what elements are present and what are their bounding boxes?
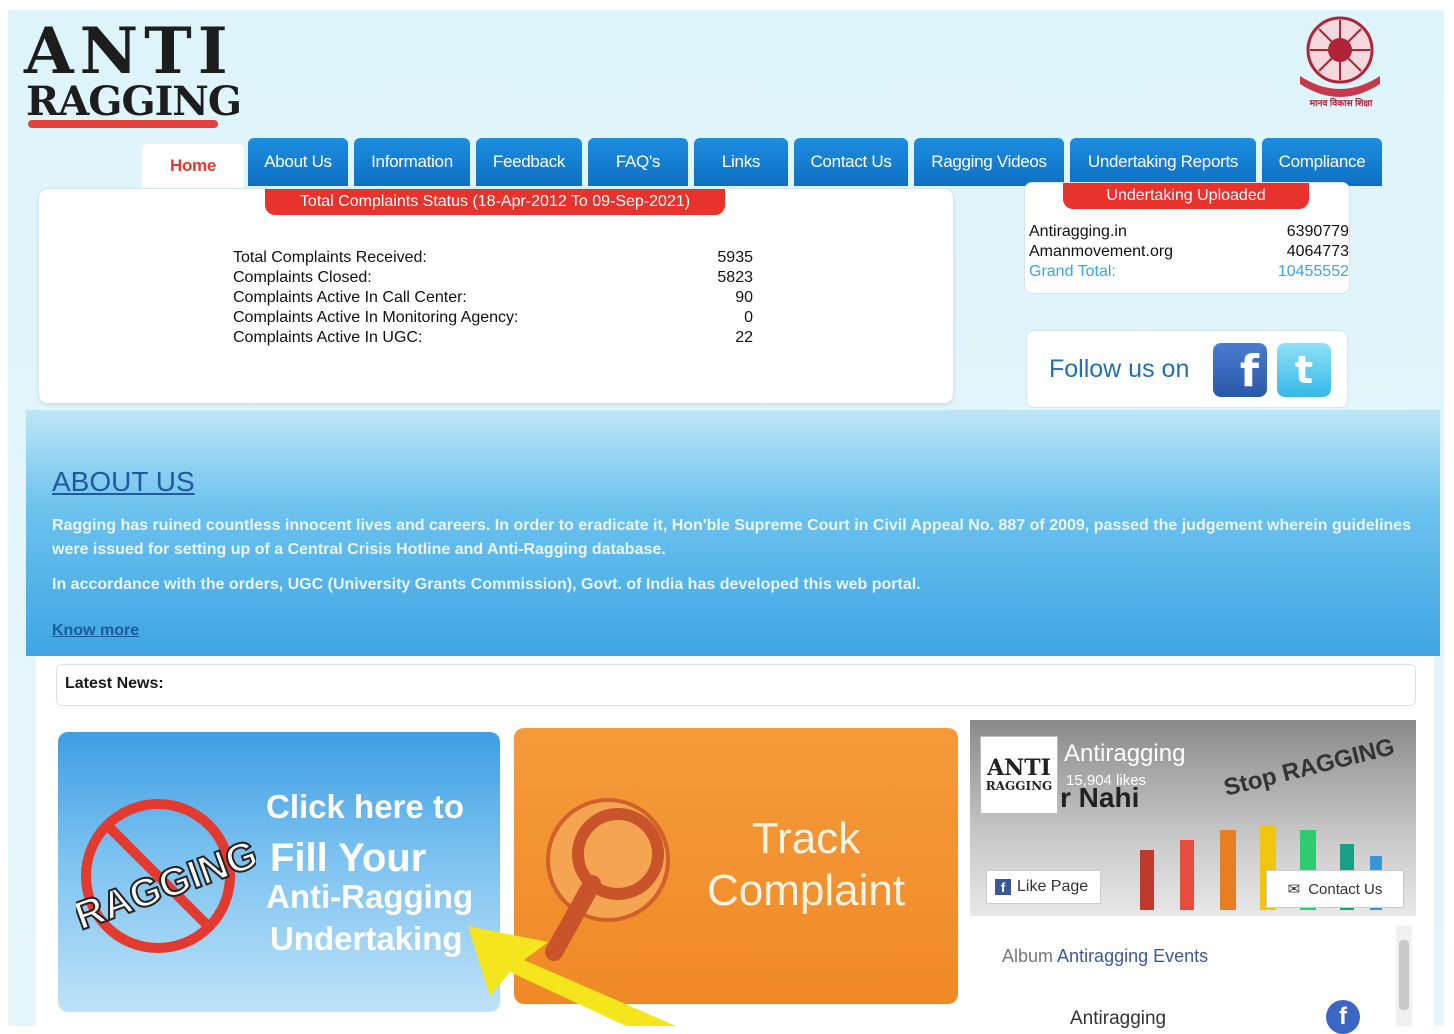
tab-feedback[interactable]: Feedback bbox=[476, 138, 582, 186]
facebook-icon[interactable]: f bbox=[1213, 343, 1267, 397]
main-nav: Home About Us Information Feedback FAQ's… bbox=[140, 132, 1390, 188]
undertaking-uploaded-panel: Undertaking Uploaded Antiragging.in 6390… bbox=[1024, 182, 1350, 294]
complaints-list: Total Complaints Received: 5935 Complain… bbox=[233, 249, 753, 349]
fb-page-avatar[interactable]: ANTI RAGGING bbox=[980, 736, 1058, 814]
fb-cover-image: ANTI RAGGING r Nahi Antiragging 15,904 l… bbox=[970, 720, 1416, 916]
status-value: 5935 bbox=[717, 249, 753, 266]
grand-total-value: 10455552 bbox=[1277, 263, 1349, 280]
tab-undertaking-reports[interactable]: Undertaking Reports bbox=[1070, 138, 1256, 186]
follow-us-panel: Follow us on f t bbox=[1026, 330, 1348, 408]
undertaking-line-2: Fill Your bbox=[270, 836, 427, 880]
status-value: 90 bbox=[735, 289, 753, 306]
album-link[interactable]: Antiragging Events bbox=[1057, 946, 1208, 966]
fb-likes-count: 15,904 likes bbox=[1066, 772, 1147, 789]
undertaking-count: 4064773 bbox=[1286, 243, 1349, 260]
complaints-status-panel: Total Complaints Status (18-Apr-2012 To … bbox=[38, 188, 954, 404]
status-value: 5823 bbox=[717, 269, 753, 286]
grand-total-label: Grand Total: bbox=[1029, 263, 1116, 280]
status-label: Complaints Active In UGC: bbox=[233, 329, 423, 346]
status-label: Complaints Closed: bbox=[233, 269, 372, 286]
status-value: 22 bbox=[735, 329, 753, 346]
facebook-page-widget: ANTI RAGGING r Nahi Antiragging 15,904 l… bbox=[970, 720, 1416, 1034]
tab-ragging-videos[interactable]: Ragging Videos bbox=[914, 138, 1064, 186]
tab-faqs[interactable]: FAQ's bbox=[588, 138, 688, 186]
tab-contact-us[interactable]: Contact Us bbox=[794, 138, 908, 186]
undertaking-row: Amanmovement.org 4064773 bbox=[1029, 243, 1349, 263]
tab-information[interactable]: Information bbox=[354, 138, 470, 186]
status-value: 0 bbox=[744, 309, 753, 326]
like-page-label: Like Page bbox=[1017, 878, 1089, 895]
about-paragraph-2: In accordance with the orders, UGC (Univ… bbox=[52, 576, 921, 593]
undertaking-site: Antiragging.in bbox=[1029, 223, 1127, 240]
logo-underline bbox=[28, 120, 218, 128]
tab-about-us[interactable]: About Us bbox=[248, 138, 348, 186]
undertaking-count: 6390779 bbox=[1286, 223, 1349, 240]
fb-contact-us-button[interactable]: ✉ Contact Us bbox=[1266, 870, 1404, 908]
facebook-small-icon: f bbox=[995, 879, 1011, 895]
undertaking-line-4: Undertaking bbox=[270, 920, 463, 957]
ragging-sign-text: RAGGING bbox=[76, 832, 256, 939]
fb-album-line: Album Antiragging Events bbox=[1002, 946, 1208, 967]
track-line-1: Track bbox=[751, 814, 861, 863]
yellow-arrow-icon bbox=[468, 926, 676, 1026]
know-more-link[interactable]: Know more bbox=[52, 622, 139, 640]
logo-line-1: ANTI bbox=[24, 14, 234, 89]
about-us-section: ABOUT US Ragging has ruined countless in… bbox=[26, 410, 1440, 656]
undertaking-site: Amanmovement.org bbox=[1029, 243, 1174, 260]
about-us-title[interactable]: ABOUT US bbox=[52, 466, 195, 498]
tab-links[interactable]: Links bbox=[694, 138, 788, 186]
fb-stop-ragging-text: Stop RAGGING bbox=[1221, 733, 1398, 802]
twitter-icon[interactable]: t bbox=[1277, 343, 1331, 397]
status-label: Complaints Active In Call Center: bbox=[233, 289, 467, 306]
fill-undertaking-card[interactable]: RAGGING Click here to Fill Your Anti-Rag… bbox=[58, 732, 500, 1012]
no-ragging-icon: RAGGING bbox=[76, 799, 256, 953]
status-row: Complaints Active In Call Center: 90 bbox=[233, 289, 753, 309]
status-row: Complaints Active In UGC: 22 bbox=[233, 329, 753, 349]
emblem-caption: मानव विकास शिक्षा bbox=[1309, 98, 1373, 108]
complaints-heading: Total Complaints Status (18-Apr-2012 To … bbox=[265, 189, 725, 215]
fb-scrollbar[interactable] bbox=[1396, 926, 1412, 1026]
status-row: Complaints Closed: 5823 bbox=[233, 269, 753, 289]
status-row: Total Complaints Received: 5935 bbox=[233, 249, 753, 269]
like-page-button[interactable]: f Like Page bbox=[986, 870, 1102, 904]
avatar-line-2: RAGGING bbox=[985, 779, 1053, 793]
anti-ragging-logo[interactable]: ANTI RAGGING bbox=[24, 20, 242, 132]
fb-contact-label: Contact Us bbox=[1308, 880, 1383, 898]
tab-compliance[interactable]: Compliance bbox=[1262, 138, 1382, 186]
album-prefix: Album bbox=[1002, 946, 1054, 966]
avatar-line-1: ANTI bbox=[987, 755, 1051, 781]
undertaking-line-3: Anti-Ragging bbox=[266, 878, 474, 915]
fb-post-title[interactable]: Antiragging bbox=[1070, 1008, 1166, 1030]
undertaking-heading: Undertaking Uploaded bbox=[1063, 183, 1309, 209]
undertaking-list: Antiragging.in 6390779 Amanmovement.org … bbox=[1029, 223, 1349, 283]
fb-page-name[interactable]: Antiragging bbox=[1064, 740, 1185, 768]
facebook-post-icon: f bbox=[1326, 1000, 1360, 1034]
status-row: Complaints Active In Monitoring Agency: … bbox=[233, 309, 753, 329]
tab-home[interactable]: Home bbox=[142, 144, 244, 188]
about-paragraph-1: Ragging has ruined countless innocent li… bbox=[52, 517, 1412, 558]
track-line-2: Complaint bbox=[706, 866, 906, 915]
status-label: Complaints Active In Monitoring Agency: bbox=[233, 309, 519, 326]
follow-us-label: Follow us on bbox=[1049, 355, 1190, 383]
latest-news-bar: Latest News: bbox=[56, 664, 1416, 706]
envelope-icon: ✉ bbox=[1287, 881, 1301, 898]
fb-scroll-thumb[interactable] bbox=[1399, 940, 1409, 1010]
status-label: Total Complaints Received: bbox=[233, 249, 427, 266]
grand-total-row: Grand Total: 10455552 bbox=[1029, 263, 1349, 283]
undertaking-line-1: Click here to bbox=[266, 788, 465, 825]
logo-line-2: RAGGING bbox=[26, 78, 242, 125]
undertaking-row: Antiragging.in 6390779 bbox=[1029, 223, 1349, 243]
latest-news-label: Latest News: bbox=[65, 675, 164, 692]
